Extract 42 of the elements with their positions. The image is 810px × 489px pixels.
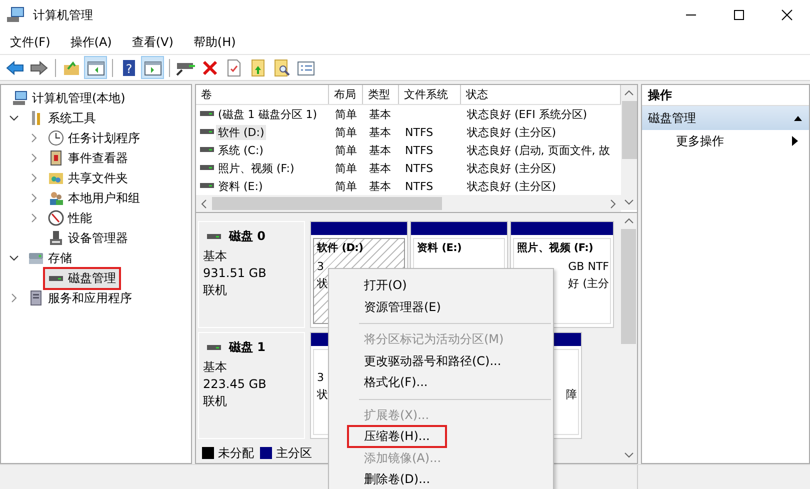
disk-name: 磁盘 1: [229, 339, 266, 356]
partition-label: 软件 (D:): [317, 242, 364, 254]
table-cell: 基本: [369, 142, 391, 158]
disk-detail: 基本: [203, 359, 228, 376]
partition-label: 照片、视频 (F:): [517, 242, 594, 254]
table-cell: 简单: [335, 142, 357, 158]
section-title: 磁盘管理: [648, 110, 696, 126]
table-cell: 基本: [369, 160, 391, 176]
window-title: 计算机管理: [33, 6, 93, 24]
table-cell: 简单: [335, 106, 357, 122]
table-cell: 简单: [335, 178, 357, 194]
legend-label: 未分配: [218, 444, 254, 462]
partition-detail: GB NTF: [568, 259, 609, 275]
table-cell: 基本: [369, 178, 391, 194]
table-cell: 状态良好 (启动, 页面文件, 故: [467, 142, 610, 158]
disk-detail: 联机: [203, 282, 228, 299]
table-cell: 基本: [369, 106, 391, 122]
table-cell: NTFS: [405, 162, 434, 174]
disk-detail: 931.51 GB: [203, 265, 268, 282]
legend-label: 主分区: [276, 444, 312, 462]
table-cell: NTFS: [405, 126, 434, 138]
table-cell: 简单: [335, 160, 357, 176]
partition-detail: 3: [317, 370, 325, 386]
table-cell: 基本: [369, 124, 391, 140]
table-cell: NTFS: [405, 180, 434, 192]
partition-detail: 3: [317, 259, 325, 275]
disk-detail: 223.45 GB: [203, 376, 268, 393]
disk-detail: 基本: [203, 248, 228, 265]
table-cell: 简单: [335, 124, 357, 140]
disk-detail: 联机: [203, 393, 228, 410]
table-cell: 状态良好 (主分区): [467, 160, 556, 176]
table-cell: 状态良好 (主分区): [467, 124, 556, 140]
partition-label: 资料 (E:): [417, 242, 462, 254]
partition-detail: 好 (主分: [568, 276, 609, 292]
partition-detail: 状: [317, 276, 328, 292]
table-cell: 状态良好 (主分区): [467, 178, 556, 194]
table-cell: NTFS: [405, 144, 434, 156]
partition-detail: 障: [566, 387, 577, 403]
table-cell: 状态良好 (EFI 系统分区): [467, 106, 588, 122]
partition-detail: 状: [317, 387, 328, 403]
action-label: 更多操作: [676, 132, 724, 150]
disk-name: 磁盘 0: [229, 228, 266, 245]
